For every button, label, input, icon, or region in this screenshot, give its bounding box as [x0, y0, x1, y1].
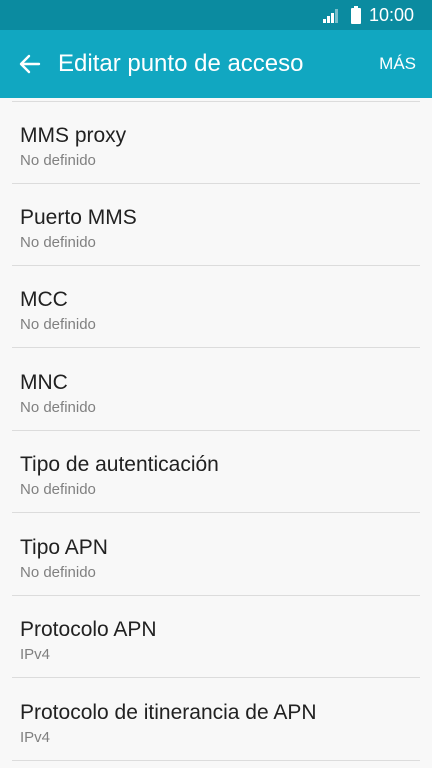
more-button[interactable]: MÁS	[379, 54, 416, 74]
item-title: Tipo APN	[20, 536, 108, 559]
status-bar: 10:00	[0, 0, 432, 30]
battery-icon	[350, 6, 361, 24]
list-item-apn-type[interactable]: Tipo APN No definido	[0, 514, 432, 596]
item-title: Puerto MMS	[20, 206, 137, 229]
item-value: No definido	[20, 481, 96, 498]
item-title: MNC	[20, 371, 68, 394]
item-value: No definido	[20, 234, 96, 251]
item-value: IPv4	[20, 646, 51, 663]
divider	[12, 677, 420, 678]
divider	[12, 512, 420, 513]
settings-list: MMS proxy No definido Puerto MMS No defi…	[0, 98, 432, 768]
list-item-mcc[interactable]: MCC No definido	[0, 266, 432, 348]
item-value: IPv4	[20, 729, 51, 746]
status-icons: 10:00	[322, 0, 414, 30]
item-title: MMS proxy	[20, 124, 127, 147]
arrow-left-icon	[19, 54, 41, 74]
list-item-apn-roaming-protocol[interactable]: Protocolo de itinerancia de APN IPv4	[0, 679, 432, 761]
back-button[interactable]	[10, 44, 50, 84]
app-bar: Editar punto de acceso MÁS	[0, 30, 432, 98]
list-item-mms-port[interactable]: Puerto MMS No definido	[0, 184, 432, 266]
signal-icon	[322, 9, 338, 23]
list-item-auth-type[interactable]: Tipo de autenticación No definido	[0, 431, 432, 513]
divider	[12, 347, 420, 348]
divider	[12, 760, 420, 761]
item-title: Protocolo de itinerancia de APN	[20, 701, 317, 724]
list-item-mms-proxy[interactable]: MMS proxy No definido	[0, 102, 432, 184]
item-title: Tipo de autenticación	[20, 453, 219, 476]
item-value: No definido	[20, 316, 96, 333]
clock: 10:00	[368, 4, 414, 25]
item-title: Protocolo APN	[20, 618, 157, 641]
item-value: No definido	[20, 152, 96, 169]
item-value: No definido	[20, 399, 96, 416]
list-item-mnc[interactable]: MNC No definido	[0, 349, 432, 431]
page-title: Editar punto de acceso	[58, 50, 304, 77]
item-title: MCC	[20, 288, 68, 311]
item-value: No definido	[20, 564, 96, 581]
list-item-apn-protocol[interactable]: Protocolo APN IPv4	[0, 596, 432, 678]
